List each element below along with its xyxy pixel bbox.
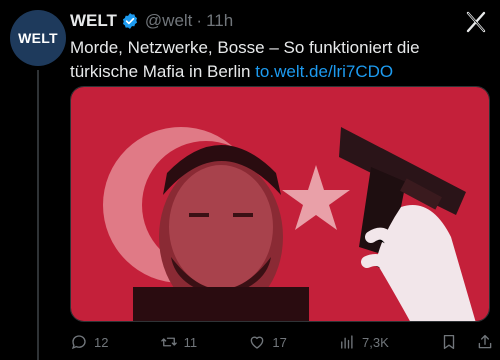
- secondary-actions: [440, 333, 494, 351]
- author-name[interactable]: WELT: [70, 11, 117, 31]
- tweet-header: WELT @welt · 11h: [70, 10, 233, 32]
- action-bar: 12 11 17 7,3K: [70, 330, 494, 354]
- repost-count: 11: [183, 334, 198, 350]
- tweet-text: Morde, Netzwerke, Bosse – So funktionier…: [70, 36, 490, 84]
- views-button[interactable]: 7,3K: [338, 333, 389, 351]
- image-illustration: [71, 87, 489, 321]
- views-icon: [341, 335, 353, 349]
- bookmark-icon: [443, 334, 455, 350]
- timestamp[interactable]: 11h: [206, 11, 233, 31]
- tweet-image[interactable]: [70, 86, 490, 322]
- thread-line: [37, 70, 39, 360]
- author-handle[interactable]: @welt: [145, 11, 193, 31]
- tweet-link[interactable]: to.welt.de/lri7CDO: [255, 62, 393, 81]
- views-count: 7,3K: [362, 334, 389, 350]
- reply-count: 12: [94, 334, 109, 350]
- avatar[interactable]: WELT: [10, 10, 66, 66]
- like-count: 17: [272, 334, 287, 350]
- repost-icon: [160, 337, 177, 347]
- verified-badge-icon: [122, 13, 137, 29]
- bookmark-button[interactable]: [440, 333, 458, 351]
- close-icon[interactable]: [462, 8, 490, 36]
- like-icon: [251, 336, 264, 349]
- reply-button[interactable]: 12: [70, 333, 108, 351]
- reply-icon: [71, 335, 86, 350]
- like-button[interactable]: 17: [248, 333, 287, 351]
- repost-button[interactable]: 11: [160, 333, 198, 351]
- avatar-text: WELT: [18, 30, 58, 46]
- share-button[interactable]: [476, 333, 494, 351]
- separator-dot: ·: [196, 11, 203, 30]
- share-icon: [478, 334, 492, 349]
